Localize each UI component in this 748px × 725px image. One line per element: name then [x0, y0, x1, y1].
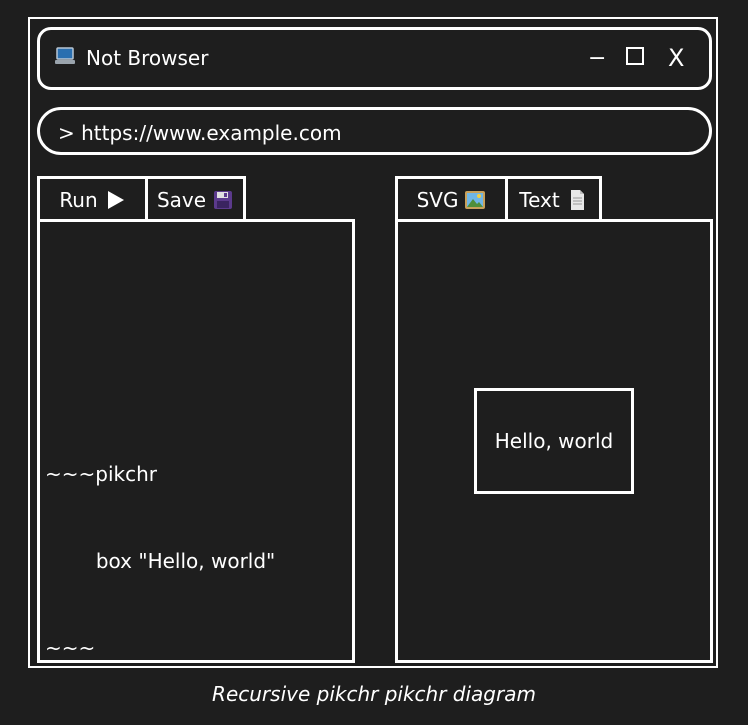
tab-text-label: Text [519, 188, 560, 212]
window-title: Not Browser [86, 46, 209, 70]
code-line: box "Hello, world" [45, 549, 276, 573]
hello-box-label: Hello, world [494, 429, 614, 453]
tab-run-label: Run [59, 188, 98, 212]
editor-panel[interactable]: ~~~pikchr box "Hello, world" ~~~ [37, 219, 355, 663]
code-editor[interactable]: ~~~pikchr box "Hello, world" ~~~ [45, 402, 275, 721]
output-panel: Hello, world [395, 219, 713, 663]
laptop-icon [54, 46, 76, 66]
close-icon[interactable]: X [668, 44, 684, 72]
picture-icon [464, 189, 486, 211]
tab-svg-label: SVG [416, 188, 459, 212]
code-line: ~~~pikchr [45, 462, 158, 486]
tab-run[interactable]: Run [37, 176, 148, 221]
title-bar: Not Browser − X [37, 27, 712, 90]
tab-text[interactable]: Text [505, 176, 602, 221]
tab-svg[interactable]: SVG [395, 176, 508, 221]
minimize-icon[interactable]: − [588, 47, 606, 71]
play-icon [104, 189, 126, 211]
maximize-icon[interactable] [626, 47, 644, 65]
tab-save-label: Save [156, 188, 207, 212]
address-bar[interactable]: > https://www.example.com [37, 107, 712, 155]
address-text: > https://www.example.com [58, 121, 342, 145]
code-line: ~~~ [45, 636, 96, 660]
hello-world-box: Hello, world [474, 388, 634, 494]
diagram-caption: Recursive pikchr pikchr diagram [212, 682, 536, 706]
document-icon [566, 189, 588, 211]
tab-save[interactable]: Save [145, 176, 246, 221]
floppy-disk-icon [212, 189, 234, 211]
